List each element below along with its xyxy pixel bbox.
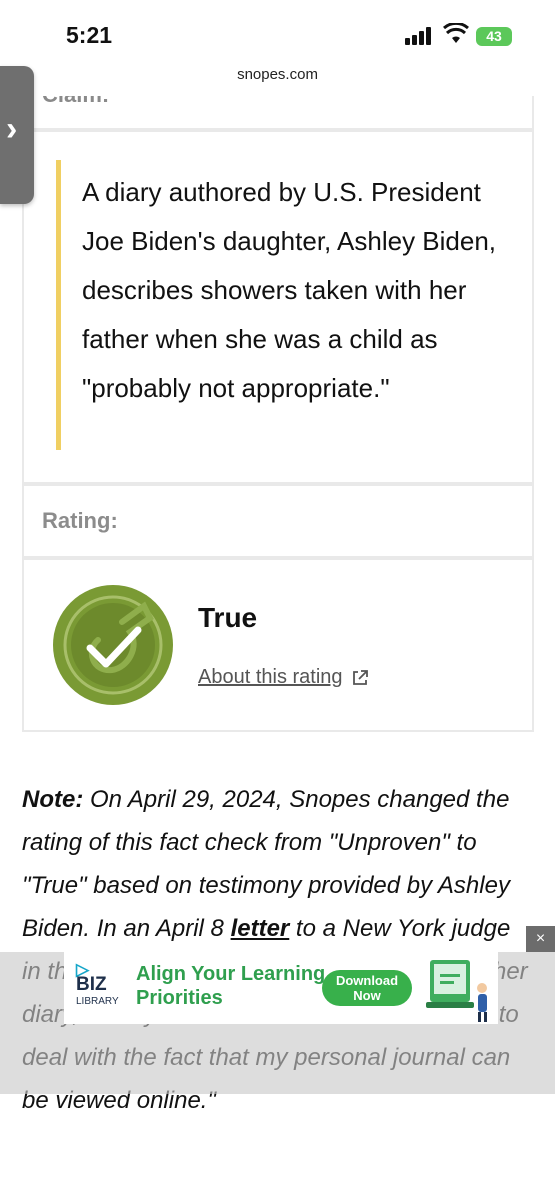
- true-rating-badge-icon: [53, 585, 173, 705]
- claim-text: A diary authored by U.S. President Joe B…: [82, 177, 497, 403]
- claim-box: A diary authored by U.S. President Joe B…: [22, 130, 534, 484]
- ad-download-button[interactable]: Download Now: [322, 970, 412, 1006]
- ad-close-button[interactable]: ×: [526, 926, 555, 952]
- status-bar: 5:21 43 snopes.com: [0, 0, 555, 97]
- ad-banner[interactable]: ▷ BIZ LIBRARY Align Your Learning Priori…: [64, 952, 498, 1024]
- note-text-2: to a New York: [289, 915, 452, 942]
- clock: 5:21: [66, 22, 113, 48]
- rating-label-box: Rating:: [22, 484, 534, 558]
- about-rating-link[interactable]: About this rating: [198, 666, 369, 689]
- ad-headline: Align Your Learning Priorities: [136, 963, 326, 1009]
- note-label: Note:: [22, 786, 84, 813]
- external-link-icon: [352, 669, 368, 685]
- letter-link[interactable]: letter: [231, 915, 290, 942]
- biz-library-logo: ▷ BIZ LIBRARY: [72, 960, 128, 1016]
- side-panel-tab[interactable]: ›: [0, 66, 34, 204]
- claim-heading-box: Claim:: [22, 96, 534, 130]
- logo-text: BIZ: [76, 974, 107, 995]
- about-rating-label[interactable]: About this rating: [198, 666, 343, 689]
- rating-value: True: [198, 602, 258, 633]
- claim-accent-bar: [56, 160, 61, 450]
- rating-label: Rating:: [42, 508, 118, 533]
- signal-icon: [405, 27, 435, 45]
- claim-heading: Claim:: [42, 96, 109, 108]
- logo-subtext: LIBRARY: [76, 996, 119, 1007]
- chevron-right-icon: ›: [6, 110, 18, 148]
- wifi-icon: [443, 23, 469, 43]
- battery-icon: 43: [476, 27, 512, 46]
- rating-box: True About this rating: [22, 558, 534, 732]
- laptop-illustration-icon: [426, 960, 487, 1022]
- address-bar[interactable]: snopes.com: [0, 66, 555, 83]
